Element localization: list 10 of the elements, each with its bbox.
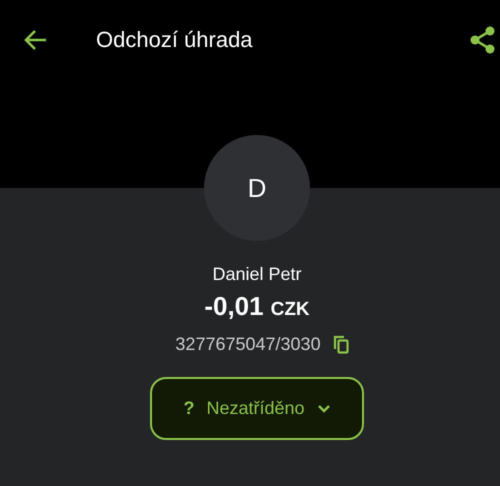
- account-number: 3277675047/3030: [175, 334, 321, 355]
- copy-icon[interactable]: [332, 335, 349, 354]
- share-icon[interactable]: [470, 26, 496, 54]
- category-button[interactable]: ? Nezatříděno: [150, 377, 364, 440]
- amount: -0,01: [204, 291, 264, 322]
- back-arrow-icon[interactable]: [24, 29, 48, 51]
- payee-name: Daniel Petr: [212, 264, 302, 285]
- currency: CZK: [270, 299, 310, 321]
- screen-title: Odchozí úhrada: [96, 27, 254, 53]
- chevron-down-icon: [316, 404, 331, 413]
